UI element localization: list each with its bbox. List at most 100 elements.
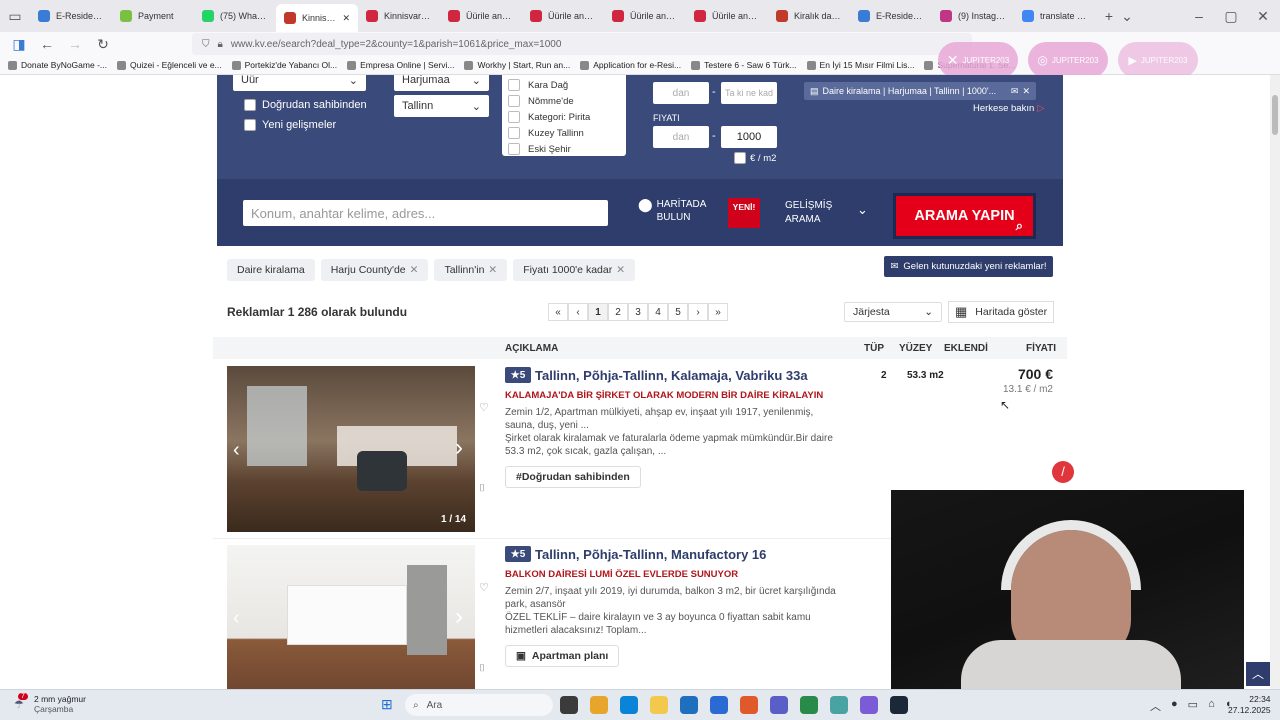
heart-icon[interactable]: ♡	[479, 581, 489, 594]
browser-tab[interactable]: (75) WhatsApp	[194, 4, 276, 28]
district-option[interactable]: Kuzey Tallinn	[508, 125, 620, 141]
teams-icon[interactable]	[770, 696, 788, 714]
new-dev-checkbox[interactable]	[244, 119, 256, 131]
advanced-search-button[interactable]: GELİŞMİŞ ARAMA	[785, 199, 835, 227]
browser-tab[interactable]: E-Resident'in d	[30, 4, 112, 28]
county-select[interactable]: Harjumaa ⌄	[394, 75, 489, 91]
copilot-icon[interactable]	[590, 696, 608, 714]
browser-tab[interactable]: Üürile anda kor	[522, 4, 604, 28]
listing-photo[interactable]: ‹ › 1 / 14	[227, 366, 475, 532]
taskbar-search[interactable]: ⌕ Ara	[405, 694, 553, 716]
page-button[interactable]: 1	[588, 303, 608, 321]
listing-title[interactable]: Tallinn, Põhja-Tallinn, Manufactory 16	[535, 547, 766, 562]
browser-tab[interactable]: Kinnisvaraport	[358, 4, 440, 28]
saved-search-item[interactable]: ▤ Daire kiralama | Harjumaa | Tallinn | …	[804, 82, 1036, 100]
maximize-icon[interactable]: ▢	[1222, 7, 1240, 25]
network-icon[interactable]: ⌂	[1208, 698, 1215, 714]
browser-tab[interactable]: E-Resident'in d	[850, 4, 932, 28]
bookmark-item[interactable]: Portekiz'de Yabancı Ol...	[231, 60, 337, 70]
new-dev-checkbox-row[interactable]: Yeni gelişmeler	[244, 119, 336, 131]
filter-chip[interactable]: Fiyatı 1000'e kadar ✕	[513, 259, 636, 281]
back-icon[interactable]: ←	[38, 35, 56, 53]
bookmark-item[interactable]: Empresa Online | Servi...	[347, 60, 454, 70]
per-m2-checkbox[interactable]	[734, 152, 746, 164]
bookmark-item[interactable]: Application for e-Resi...	[580, 60, 681, 70]
browser-tab[interactable]: Üürile anda kor	[604, 4, 686, 28]
task-view-icon[interactable]	[560, 696, 578, 714]
rooms-from-input[interactable]: dan	[653, 82, 709, 104]
district-checkbox[interactable]	[508, 95, 520, 107]
price-to-input[interactable]: 1000	[721, 126, 777, 148]
prev-photo-icon[interactable]: ‹	[233, 439, 240, 462]
bookmark-item[interactable]: Testere 6 - Saw 6 Türk...	[691, 60, 797, 70]
page-button[interactable]: 4	[648, 303, 668, 321]
camera-icon[interactable]: ⌷	[479, 663, 485, 674]
search-input[interactable]: Konum, anahtar kelime, adres...	[243, 200, 608, 226]
find-on-map-button[interactable]: ⬤ HARİTADA BULUN	[638, 198, 708, 224]
bookmark-item[interactable]: Quizei - Eğlenceli ve e...	[116, 60, 222, 70]
search-submit-button[interactable]: ARAMA YAPIN ⌕	[896, 196, 1033, 236]
mail-icon[interactable]: ✉	[1011, 86, 1019, 97]
district-checkbox[interactable]	[508, 127, 520, 139]
close-icon[interactable]: ✕	[1022, 86, 1030, 97]
next-photo-icon[interactable]: ›	[455, 603, 463, 631]
word-icon[interactable]	[710, 696, 728, 714]
browser-tab[interactable]: Kiralık daire, 1	[768, 4, 850, 28]
remove-chip-icon[interactable]: ✕	[616, 264, 625, 276]
outlook-icon[interactable]	[680, 696, 698, 714]
page-button[interactable]: 5	[668, 303, 688, 321]
next-photo-icon[interactable]: ›	[455, 434, 463, 462]
remove-chip-icon[interactable]: ✕	[488, 264, 497, 276]
district-option[interactable]: Eski Şehir	[508, 141, 620, 157]
bookmark-item[interactable]: En İyi 15 Mısır Filmi Lis...	[806, 60, 914, 70]
last-page-icon[interactable]: »	[708, 303, 728, 321]
deal-type-select[interactable]: Üür ⌄	[233, 75, 366, 91]
district-checkbox[interactable]	[508, 111, 520, 123]
tab-list-icon[interactable]: ▭	[6, 7, 24, 25]
forward-icon[interactable]: →	[66, 35, 84, 53]
see-all-link[interactable]: Herkese bakın ▷	[973, 103, 1045, 114]
price-from-input[interactable]: dan	[653, 126, 709, 148]
monitor-icon[interactable]: ▭	[1188, 698, 1198, 714]
close-window-icon[interactable]: ✕	[1254, 7, 1272, 25]
city-select[interactable]: Tallinn ⌄	[394, 95, 489, 117]
microphone-icon[interactable]: ●	[1171, 698, 1178, 714]
filter-chip[interactable]: Tallinn'in ✕	[434, 259, 508, 281]
reload-icon[interactable]: ↻	[94, 35, 112, 53]
new-tab-icon[interactable]: +	[1100, 7, 1118, 25]
district-option[interactable]: Kara Dağ	[508, 77, 620, 93]
listing-title-row[interactable]: ★ 5 Tallinn, Põhja-Tallinn, Kalamaja, Vab…	[505, 367, 808, 383]
page-button[interactable]: 2	[608, 303, 628, 321]
browser-tab[interactable]: Kinnisvara K✕	[276, 4, 358, 32]
file-explorer-icon[interactable]	[650, 696, 668, 714]
first-page-icon[interactable]: «	[548, 303, 568, 321]
owner-tag[interactable]: #Doğrudan sahibinden	[505, 466, 641, 488]
scrollbar-thumb[interactable]	[1272, 95, 1278, 135]
bookmark-item[interactable]: Workhy | Start, Run an...	[464, 60, 570, 70]
media-icon[interactable]	[800, 696, 818, 714]
next-page-icon[interactable]: ›	[688, 303, 708, 321]
scrollbar[interactable]	[1270, 75, 1280, 689]
sort-select[interactable]: Järjesta ⌄	[844, 302, 942, 322]
prev-page-icon[interactable]: ‹	[568, 303, 588, 321]
email-alert-button[interactable]: ✉ Gelen kutunuzdaki yeni reklamlar!	[884, 256, 1053, 277]
show-map-button[interactable]: ▦ Haritada göster	[948, 301, 1054, 323]
browser-tab[interactable]: (9) Instagram	[932, 4, 1014, 28]
edge-icon[interactable]	[620, 696, 638, 714]
owner-checkbox[interactable]	[244, 99, 256, 111]
owner-checkbox-row[interactable]: Doğrudan sahibinden	[244, 99, 367, 111]
district-option[interactable]: Nõmme'de	[508, 93, 620, 109]
windows-start-icon[interactable]: ⊞	[381, 696, 393, 713]
scroll-top-button[interactable]: ︿	[1246, 662, 1270, 686]
filter-chip[interactable]: Daire kiralama	[227, 259, 315, 281]
listing-title[interactable]: Tallinn, Põhja-Tallinn, Kalamaja, Vabrik…	[535, 368, 808, 383]
camera-icon[interactable]: ⌷	[479, 483, 485, 494]
browser-tab[interactable]: Payment	[112, 4, 194, 28]
browser-tab[interactable]: Üürile anda kor	[440, 4, 522, 28]
listing-title-row[interactable]: ★ 5 Tallinn, Põhja-Tallinn, Manufactory 1…	[505, 546, 766, 562]
settings-icon[interactable]	[830, 696, 848, 714]
tab-dropdown-icon[interactable]: ⌄	[1118, 7, 1136, 25]
per-m2-checkbox-row[interactable]: € / m2	[734, 152, 776, 164]
discord-icon[interactable]	[860, 696, 878, 714]
district-option[interactable]: Kategori: Pirita	[508, 109, 620, 125]
